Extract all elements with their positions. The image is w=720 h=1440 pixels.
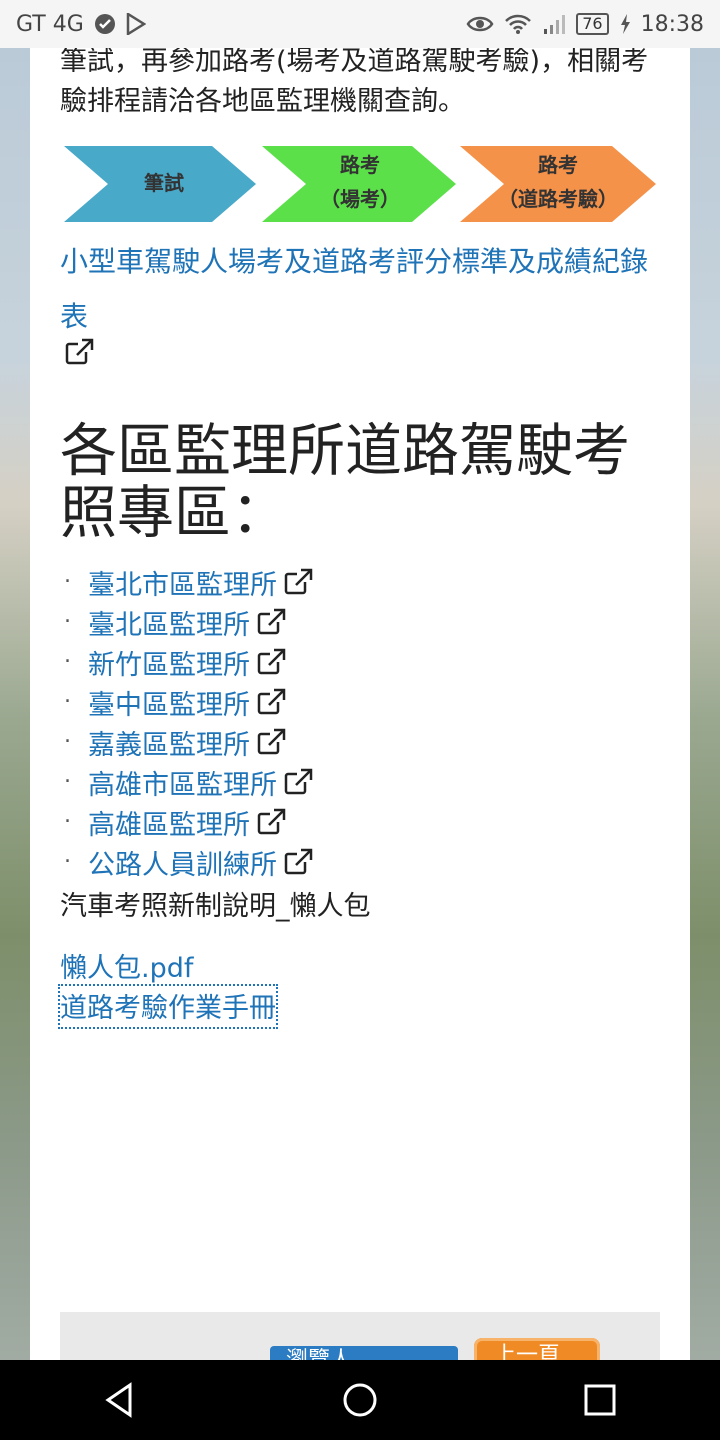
signal-icon <box>542 13 566 35</box>
previous-page-button[interactable]: 上一頁 <box>474 1338 600 1360</box>
external-link-icon <box>283 768 313 796</box>
external-link-icon <box>256 608 286 636</box>
external-link-icon <box>256 648 286 676</box>
intro-paragraph: 筆試，再參加路考(場考及道路駕駛考驗)，相關考驗排程請洽各地區監理機關查詢。 <box>60 48 649 117</box>
office-item-training-institute[interactable]: ‧ 公路人員訓練所 <box>64 842 313 882</box>
office-link[interactable]: 臺北區監理所 <box>88 603 250 642</box>
step-field-label-1: 路考 <box>340 153 380 177</box>
bullet: ‧ <box>64 689 71 715</box>
office-item-hsinchu[interactable]: ‧ 新竹區監理所 <box>64 642 313 682</box>
back-triangle-icon <box>105 1382 132 1418</box>
section-title: 各區監理所道路駕駛考照專區： <box>60 418 630 546</box>
battery-indicator: 76 <box>576 13 609 35</box>
office-item-taichung[interactable]: ‧ 臺中區監理所 <box>64 682 313 722</box>
bullet: ‧ <box>64 649 71 675</box>
play-store-icon <box>126 13 146 35</box>
office-link[interactable]: 臺北市區監理所 <box>88 563 277 602</box>
recents-button[interactable] <box>560 1360 640 1440</box>
office-link[interactable]: 臺中區監理所 <box>88 683 250 722</box>
clock: 18:38 <box>640 11 704 37</box>
external-link-icon[interactable] <box>64 338 94 370</box>
recents-square-icon <box>584 1384 616 1416</box>
android-nav-bar <box>0 1360 720 1440</box>
office-item-kaohsiung-city[interactable]: ‧ 高雄市區監理所 <box>64 762 313 802</box>
office-item-taipei-city[interactable]: ‧ 臺北市區監理所 <box>64 562 313 602</box>
office-link[interactable]: 新竹區監理所 <box>88 643 250 682</box>
charging-icon <box>619 13 631 35</box>
footer-bar: 瀏覽人次:41,914 上一頁 <box>60 1312 660 1360</box>
content-card: 筆試，再參加路考(場考及道路駕駛考驗)，相關考驗排程請洽各地區監理機關查詢。 筆… <box>30 48 690 1360</box>
office-link[interactable]: 高雄區監理所 <box>88 803 250 842</box>
exam-process-steps: 筆試 路考 （場考） 路考 （道路考驗） <box>64 146 656 222</box>
external-link-icon <box>283 568 313 596</box>
status-bar: GT 4G 76 18:38 <box>0 0 720 48</box>
bullet: ‧ <box>64 769 71 795</box>
step-field-label-2: （場考） <box>320 187 400 211</box>
new-system-heading: 汽車考照新制說明_懶人包 <box>60 891 371 922</box>
sync-check-icon <box>94 13 116 35</box>
scoring-standard-link[interactable]: 小型車駕駛人場考及道路考評分標準及成績紀錄表 <box>60 234 660 344</box>
office-link[interactable]: 嘉義區監理所 <box>88 723 250 762</box>
step-road-label-1: 路考 <box>538 153 578 177</box>
external-link-icon <box>256 728 286 756</box>
back-button[interactable] <box>80 1360 160 1440</box>
carrier-label: GT 4G <box>16 11 84 37</box>
step-road-label-2: （道路考驗） <box>498 187 618 211</box>
external-link-icon <box>256 688 286 716</box>
external-link-icon <box>283 848 313 876</box>
office-list: ‧ 臺北市區監理所 ‧ 臺北區監理所 ‧ 新竹區監理所 ‧ 臺中區監理所 ‧ 嘉… <box>64 562 313 882</box>
office-item-kaohsiung[interactable]: ‧ 高雄區監理所 <box>64 802 313 842</box>
wifi-icon <box>504 13 532 35</box>
office-item-chiayi[interactable]: ‧ 嘉義區監理所 <box>64 722 313 762</box>
road-test-manual-link[interactable]: 道路考驗作業手冊 <box>58 984 278 1029</box>
office-link[interactable]: 高雄市區監理所 <box>88 763 277 802</box>
bullet: ‧ <box>64 569 71 595</box>
bullet: ‧ <box>64 809 71 835</box>
office-link[interactable]: 公路人員訓練所 <box>88 843 277 882</box>
office-item-taipei[interactable]: ‧ 臺北區監理所 <box>64 602 313 642</box>
bullet: ‧ <box>64 849 71 875</box>
external-link-icon <box>256 808 286 836</box>
step-written-label: 筆試 <box>144 171 184 195</box>
home-circle-icon <box>343 1383 377 1417</box>
home-button[interactable] <box>320 1360 400 1440</box>
view-counter-badge: 瀏覽人次:41,914 <box>270 1346 458 1360</box>
pdf-download-link[interactable]: 懶人包.pdf <box>60 946 193 985</box>
bullet: ‧ <box>64 729 71 755</box>
eye-icon <box>466 14 494 34</box>
bullet: ‧ <box>64 609 71 635</box>
